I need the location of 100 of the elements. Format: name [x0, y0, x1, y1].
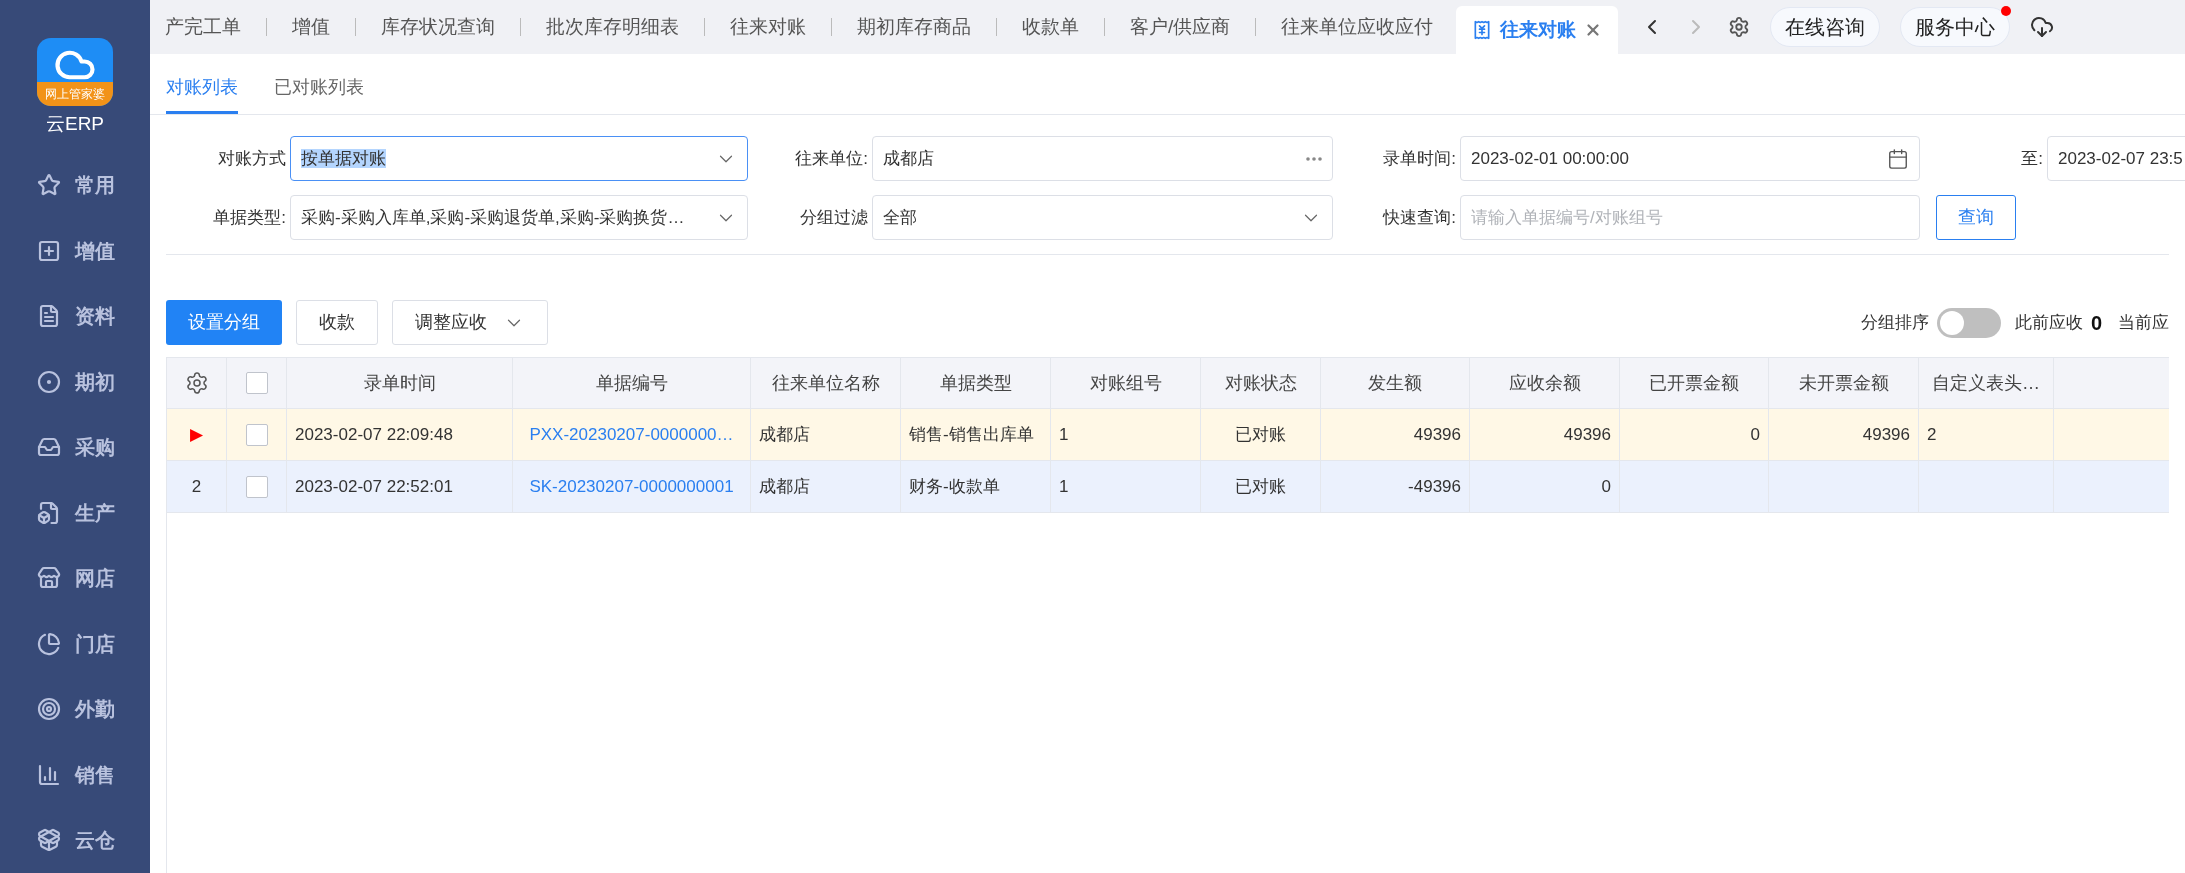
settings-icon[interactable]	[184, 371, 209, 395]
table-cell-text: 成都店	[759, 423, 810, 446]
tab[interactable]: 对账列表	[166, 74, 238, 114]
sidebar-item[interactable]: 常用	[35, 152, 115, 218]
circle-dot-icon	[37, 369, 61, 394]
target-icon	[37, 697, 61, 722]
table-row[interactable]: 2 2023-02-07 22:52:01 SK-20230207-0000000001 成都店 财务-收款单 1 已对账 -49396 0	[167, 461, 2169, 513]
receipt-icon	[1472, 20, 1493, 40]
column-header: 未开票金额	[1798, 371, 1889, 395]
sidebar-item[interactable]: 增值	[35, 218, 115, 284]
field-label: 录单时间:	[1383, 147, 1456, 170]
tab[interactable]: 往来对账	[715, 12, 821, 42]
prior-receivable-value: 0	[2090, 310, 2102, 336]
column-header: 自定义表头…	[1932, 371, 2040, 395]
query-button[interactable]: 查询	[1936, 195, 2016, 240]
header-button[interactable]: 服务中心	[1900, 7, 2011, 47]
toggle-switch[interactable]	[1936, 307, 2001, 338]
field-label: 至:	[2021, 147, 2043, 170]
tab[interactable]: 库存状况查询	[366, 12, 510, 42]
ellipsis-icon	[1306, 156, 1322, 161]
tab[interactable]: 已对账列表	[274, 74, 364, 114]
cloud-download-icon[interactable]	[2030, 15, 2055, 39]
search-field[interactable]: 请输入单据编号/对账组号	[1460, 195, 1920, 240]
table-cell-text: 49396	[1413, 423, 1461, 446]
settings-icon[interactable]	[1728, 16, 1751, 38]
table-cell-text: 财务-收款单	[909, 475, 1000, 498]
field-label: 往来单位:	[795, 147, 868, 170]
table-cell-text: 销售-销售出库单	[909, 423, 1034, 446]
sidebar-item[interactable]: 外勤	[35, 676, 115, 742]
plus-square-icon	[37, 238, 61, 263]
table-cell-text: 0	[1601, 475, 1611, 498]
sidebar-item[interactable]: 销售	[35, 742, 115, 808]
file-icon	[37, 500, 61, 525]
box-icon	[37, 828, 61, 853]
tab[interactable]: 客户/供应商	[1115, 12, 1246, 42]
checkbox[interactable]	[245, 475, 268, 498]
sidebar-item[interactable]: 网店	[35, 545, 115, 611]
pie-chart-icon	[37, 631, 61, 656]
table-cell-text: 已对账	[1235, 423, 1286, 446]
sidebar-item[interactable]: 门店	[35, 611, 115, 677]
tab[interactable]: 增值	[277, 12, 345, 42]
field-label: 快速查询:	[1383, 206, 1456, 229]
date-field[interactable]: 2023-02-07 23:5	[2047, 136, 2185, 181]
row-index: 2	[191, 475, 202, 498]
select-field[interactable]: 采购-采购入库单,采购-采购退货单,采购-采购换货…	[290, 195, 748, 240]
tab[interactable]: 往来对账	[1456, 6, 1619, 54]
field-label: 单据类型:	[213, 206, 286, 229]
field-label: 对账方式	[218, 147, 286, 170]
document-link[interactable]: PXX-20230207-0000000…	[529, 421, 734, 448]
column-header: 单据类型	[939, 371, 1012, 395]
toolbar-button[interactable]: 收款	[296, 300, 378, 345]
column-header: 往来单位名称	[771, 371, 880, 395]
select-field[interactable]: 按单据对账	[290, 136, 748, 181]
table-cell-text: 49396	[1563, 423, 1611, 446]
field-label: 分组过滤	[800, 206, 868, 229]
logo-caption: 网上管家婆	[37, 82, 113, 106]
toggle-label: 分组排序	[1860, 311, 1929, 334]
table-row[interactable]: ▶ 2023-02-07 22:09:48 PXX-20230207-0000000… 成都店 销售-销售出库单 1 已对账 49396 49396 0 49396 2	[167, 409, 2169, 461]
bar-chart-icon	[37, 762, 61, 787]
brand-name: 云ERP	[45, 112, 105, 136]
tab[interactable]: 产完工单	[150, 12, 256, 42]
tab[interactable]: 往来单位应收应付	[1266, 12, 1449, 42]
column-header: 录单时间	[363, 371, 436, 395]
column-header: 单据编号	[595, 371, 668, 395]
table-cell-text: 已对账	[1235, 475, 1286, 498]
sidebar-item[interactable]: 采购	[35, 414, 115, 480]
table-cell-text: 2	[1927, 423, 1937, 446]
column-header: 对账状态	[1224, 371, 1297, 395]
select-field[interactable]: 全部	[872, 195, 1333, 240]
checkbox[interactable]	[245, 423, 268, 446]
checkbox[interactable]	[245, 372, 268, 394]
tab[interactable]: 批次库存明细表	[531, 12, 694, 42]
sidebar-item[interactable]: 资料	[35, 283, 115, 349]
table-cell-text: 2023-02-07 22:09:48	[295, 423, 453, 446]
current-receivable-label: 当前应	[2118, 311, 2169, 334]
prior-receivable-label: 此前应收	[2014, 311, 2083, 334]
toolbar-button[interactable]: 调整应收	[392, 300, 548, 345]
document-icon	[37, 304, 61, 329]
tab[interactable]: 收款单	[1007, 12, 1094, 42]
table-cell-text: 1	[1059, 423, 1069, 446]
header-button[interactable]: 在线咨询	[1770, 7, 1881, 47]
table-cell-text: -49396	[1408, 475, 1461, 498]
calendar-icon	[1887, 147, 1909, 170]
search-input[interactable]: 请输入单据编号/对账组号	[1471, 204, 1909, 231]
toolbar-button[interactable]: 设置分组	[166, 300, 282, 345]
sidebar-item[interactable]: 云仓	[35, 807, 115, 873]
sidebar-item[interactable]: 生产	[35, 480, 115, 546]
column-header: 已开票金额	[1649, 371, 1739, 395]
column-header: 对账组号	[1089, 371, 1162, 395]
picker-field[interactable]: 成都店	[872, 136, 1333, 181]
star-icon	[37, 173, 61, 198]
table-cell-text: 1	[1059, 475, 1069, 498]
table-cell-text: 49396	[1862, 423, 1910, 446]
row-index: ▶	[190, 423, 203, 446]
tab[interactable]: 期初库存商品	[842, 12, 986, 42]
date-field[interactable]: 2023-02-01 00:00:00	[1460, 136, 1920, 181]
table-cell-text: 2023-02-07 22:52:01	[295, 475, 453, 498]
sidebar-item[interactable]: 期初	[35, 349, 115, 415]
store-icon	[37, 566, 61, 591]
document-link[interactable]: SK-20230207-0000000001	[529, 473, 734, 500]
